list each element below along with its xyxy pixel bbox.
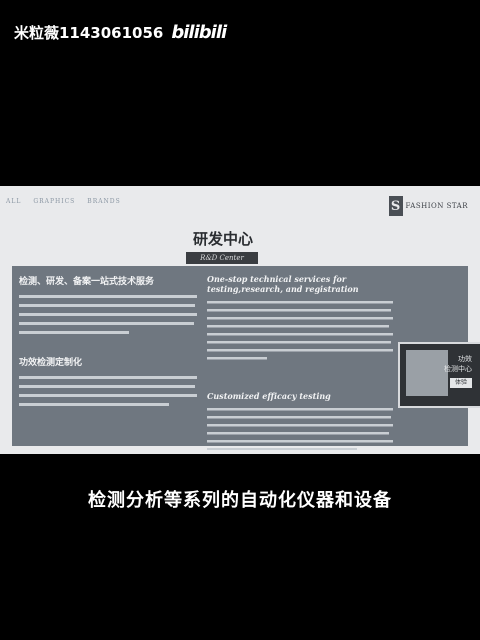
- bilibili-logo: bilibili: [171, 22, 227, 43]
- nav-item-brands[interactable]: BRANDS: [87, 198, 120, 205]
- right-column: One-stop technical services for testing,…: [207, 274, 397, 454]
- category-nav: ALL GRAPHICS BRANDS: [6, 198, 121, 205]
- thumbnail-photo: [406, 350, 448, 396]
- right-paragraph-blurred: [207, 299, 397, 365]
- brand-name: FASHION STAR: [405, 202, 468, 210]
- thumbnail-label-line2: 检测中心: [444, 365, 472, 373]
- left-paragraph2-blurred: [19, 374, 199, 413]
- webpage-screenshot: ALL GRAPHICS BRANDS S FASHION STAR 研发中心 …: [0, 186, 480, 454]
- thumbnail-badge: 体验: [450, 378, 472, 388]
- video-watermark: 米粒薇1143061056 bilibili: [14, 22, 227, 43]
- left-heading-services: 检测、研发、备案一站式技术服务: [19, 277, 155, 287]
- blurred-text-lines-4: [207, 408, 393, 451]
- thumbnail-label-line1: 功效: [458, 355, 472, 363]
- blurred-text-lines: [19, 295, 197, 334]
- nav-item-all[interactable]: ALL: [6, 198, 21, 205]
- thumbnail-label: 功效 检测中心: [444, 354, 472, 374]
- left-column: 检测、研发、备案一站式技术服务 功效检测定制化: [19, 274, 199, 413]
- brand-logo: S FASHION STAR: [388, 196, 468, 216]
- blurred-text-lines-3: [207, 301, 393, 360]
- nav-item-graphics[interactable]: GRAPHICS: [33, 198, 75, 205]
- section-subtitle: R&D Center: [186, 252, 258, 264]
- blurred-text-lines-2: [19, 376, 197, 406]
- uploader-name: 米粒薇1143061056: [14, 24, 164, 42]
- right-heading-services: One-stop technical services for testing,…: [207, 274, 359, 294]
- left-heading-custom: 功效检测定制化: [19, 358, 83, 368]
- right-heading-custom: Customized efficacy testing: [207, 391, 331, 401]
- right-paragraph2-blurred: [207, 406, 397, 454]
- section-title: 研发中心: [192, 230, 253, 248]
- left-paragraph-blurred: [19, 293, 199, 341]
- brand-mark-icon: S: [388, 196, 403, 216]
- video-caption: 检测分析等系列的自动化仪器和设备: [88, 490, 392, 511]
- thumbnail-image: 功效 检测中心 体验: [398, 342, 480, 408]
